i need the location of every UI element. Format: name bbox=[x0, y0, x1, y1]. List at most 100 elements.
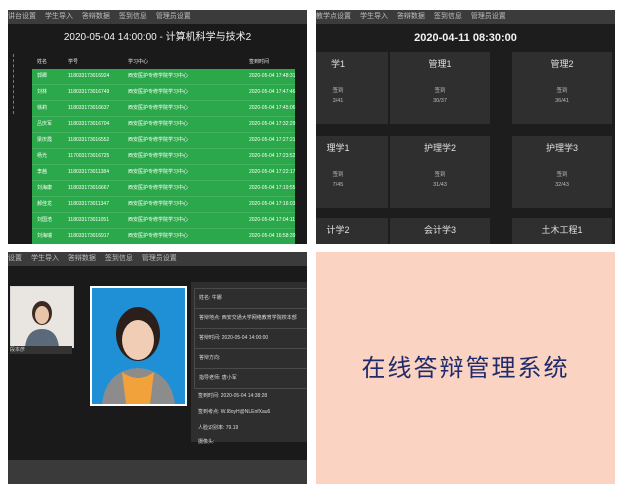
nav-item[interactable]: 设置 bbox=[8, 255, 22, 262]
session-title: 2020-05-04 14:00:00 - 计算机科学与技术2 bbox=[63, 32, 252, 43]
checkin-label: 签到 bbox=[332, 88, 344, 94]
checkin-label: 签到 bbox=[434, 172, 446, 178]
table-cell: 西安医护专修学院学习中心 bbox=[128, 169, 189, 175]
class-card[interactable]: 学1 签到 3/41 bbox=[316, 52, 388, 124]
table-row[interactable]: 徐莉 118033173016637 西安医护专修学院学习中心 2020-05-04 … bbox=[32, 101, 295, 117]
table-cell: 118033173016917 bbox=[68, 233, 110, 239]
class-card[interactable]: 管理2 签到 36/41 bbox=[512, 52, 612, 124]
nav-item[interactable]: 讲台设置 bbox=[8, 13, 36, 20]
table-row[interactable]: 刘林 118033173016749 西安医护专修学院学习中心 2020-05-04 … bbox=[32, 85, 295, 101]
nav-item[interactable]: 签到信息 bbox=[119, 13, 147, 20]
system-title-panel: 在线答辩管理系统 bbox=[316, 252, 615, 484]
info-camera: 摄像头: bbox=[198, 439, 215, 445]
class-cards-panel: 教学点设置 学生导入 答辩数据 签到信息 管理员设置 2020-04-11 08… bbox=[316, 10, 615, 244]
table-cell: 刘国浩 bbox=[37, 217, 53, 223]
nav-item[interactable]: 学生导入 bbox=[45, 13, 73, 20]
class-card[interactable]: 会计学3 bbox=[390, 218, 490, 244]
table-cell: 2020-05-04 17:45:06 bbox=[249, 105, 296, 111]
class-name: 会计学3 bbox=[423, 225, 456, 235]
portrait-icon bbox=[92, 288, 185, 404]
table-row[interactable]: 郭卿 118033173016924 西安医护专修学院学习中心 2020-05-04 … bbox=[32, 69, 295, 85]
top-nav: 设置 学生导入 答辩数据 签到信息 管理员设置 bbox=[8, 252, 307, 266]
bottom-bar bbox=[8, 460, 307, 484]
table-cell: 刘林 bbox=[37, 89, 48, 95]
table-row[interactable]: 李茜 118033173011384 西安医护专修学院学习中心 2020-05-04 … bbox=[32, 165, 295, 181]
class-card[interactable]: 护理学2 签到 31/43 bbox=[390, 136, 490, 208]
nav-item[interactable]: 答辩数据 bbox=[82, 13, 110, 20]
table-cell: 李茜 bbox=[37, 169, 48, 175]
table-cell: 西安医护专修学院学习中心 bbox=[128, 105, 189, 111]
table-header: 姓名 学号 学习中心 签到时间 bbox=[32, 55, 295, 69]
table-cell: 西安医护专修学院学习中心 bbox=[128, 73, 189, 79]
checkin-count: 7/45 bbox=[332, 182, 344, 188]
student-info: 姓名: 牛娜 答辩地点: 西安交通大学网络教育学院校本部 答辩时间: 2020-… bbox=[191, 282, 307, 445]
nav-item[interactable]: 答辩数据 bbox=[397, 13, 425, 20]
checkin-label: 签到 bbox=[434, 88, 446, 94]
session-title: 2020-04-11 08:30:00 bbox=[414, 32, 517, 44]
nav-item[interactable]: 管理员设置 bbox=[471, 13, 506, 20]
table-row[interactable]: 梁庆霞 118033173016552 西安医护专修学院学习中心 2020-05-04… bbox=[32, 133, 295, 149]
top-nav: 讲台设置 学生导入 答辩数据 签到信息 管理员设置 bbox=[8, 10, 307, 24]
table-cell: 西安医护专修学院学习中心 bbox=[128, 233, 189, 239]
table-cell: 西安医护专修学院学习中心 bbox=[128, 137, 189, 143]
table-row[interactable]: 吕庆军 118033173016704 西安医护专修学院学习中心 2020-05-04… bbox=[32, 117, 295, 133]
nav-item[interactable]: 教学点设置 bbox=[316, 13, 351, 20]
class-name: 护理学2 bbox=[423, 143, 456, 153]
class-name: 管理2 bbox=[550, 59, 574, 69]
class-name: 土木工程1 bbox=[541, 225, 583, 235]
table-cell: 2020-05-04 17:04:11 bbox=[249, 217, 296, 223]
table-cell: 2020-05-04 16:58:39 bbox=[249, 233, 296, 239]
table-cell: 2020-05-04 17:23:52 bbox=[249, 153, 296, 159]
info-face-rate: 人脸识别率: 79.19 bbox=[198, 425, 239, 431]
class-name: 计学2 bbox=[326, 225, 350, 235]
person-icon bbox=[11, 287, 73, 347]
table-cell: 2020-05-04 17:22:17 bbox=[249, 169, 296, 175]
table-cell: 梁庆霞 bbox=[37, 137, 53, 143]
system-name: 在线答辩管理系统 bbox=[361, 354, 570, 382]
table-cell: 118033173011051 bbox=[68, 217, 109, 223]
table-cell: 吕庆军 bbox=[37, 121, 53, 127]
checkin-table: 郭卿 118033173016924 西安医护专修学院学习中心 2020-05-04 … bbox=[32, 69, 295, 244]
checkin-label: 签到 bbox=[556, 88, 568, 94]
table-cell: 杨光 bbox=[37, 153, 48, 159]
table-cell: 118033173016704 bbox=[68, 121, 110, 127]
table-cell: 郭卿 bbox=[37, 73, 48, 79]
class-card[interactable]: 护理学3 签到 32/43 bbox=[512, 136, 612, 208]
table-cell: 刘海康 bbox=[37, 185, 53, 191]
table-row[interactable]: 郝佳龙 118033173011347 西安医护专修学院学习中心 2020-05-04… bbox=[32, 197, 295, 213]
table-cell: 西安医护专修学院学习中心 bbox=[128, 185, 189, 191]
nav-item[interactable]: 管理员设置 bbox=[142, 255, 177, 262]
table-cell: 西安医护专修学院学习中心 bbox=[128, 153, 189, 159]
table-cell: 118033173011347 bbox=[68, 201, 109, 207]
table-row[interactable]: 刘海瑞 118033173016917 西安医护专修学院学习中心 2020-05-04… bbox=[32, 229, 295, 244]
class-name: 学1 bbox=[330, 59, 345, 69]
info-name: 姓名: 牛娜 bbox=[194, 288, 307, 309]
table-cell: 西安医护专修学院学习中心 bbox=[128, 217, 189, 223]
column-header: 学习中心 bbox=[128, 59, 149, 65]
nav-item[interactable]: 学生导入 bbox=[360, 13, 388, 20]
nav-item[interactable]: 签到信息 bbox=[434, 13, 462, 20]
checkin-count: 32/43 bbox=[555, 182, 569, 188]
table-cell: 118033173016637 bbox=[68, 105, 110, 111]
table-cell: 118033173016749 bbox=[68, 89, 110, 95]
checkin-count: 31/43 bbox=[433, 182, 447, 188]
table-cell: 2020-05-04 17:32:29 bbox=[249, 121, 296, 127]
nav-item[interactable]: 签到信息 bbox=[105, 255, 133, 262]
checkin-label: 签到 bbox=[556, 172, 568, 178]
class-card[interactable]: 计学2 bbox=[316, 218, 388, 244]
video-feed bbox=[10, 286, 74, 348]
class-card[interactable]: 管理1 签到 30/37 bbox=[390, 52, 490, 124]
nav-item[interactable]: 答辩数据 bbox=[68, 255, 96, 262]
table-cell: 徐莉 bbox=[37, 105, 48, 111]
class-card[interactable]: 理学1 签到 7/45 bbox=[316, 136, 388, 208]
table-row[interactable]: 刘国浩 118033173011051 西安医护专修学院学习中心 2020-05-04… bbox=[32, 213, 295, 229]
table-row[interactable]: 刘海康 118033173016667 西安医护专修学院学习中心 2020-05-04… bbox=[32, 181, 295, 197]
divider bbox=[8, 54, 14, 114]
table-row[interactable]: 杨光 117003173016725 西安医护专修学院学习中心 2020-05-04 … bbox=[32, 149, 295, 165]
class-card[interactable]: 土木工程1 bbox=[512, 218, 612, 244]
column-header: 学号 bbox=[68, 59, 79, 65]
table-cell: 118033173011384 bbox=[68, 169, 109, 175]
nav-item[interactable]: 学生导入 bbox=[31, 255, 59, 262]
checkin-label: 签到 bbox=[332, 172, 344, 178]
nav-item[interactable]: 管理员设置 bbox=[156, 13, 191, 20]
